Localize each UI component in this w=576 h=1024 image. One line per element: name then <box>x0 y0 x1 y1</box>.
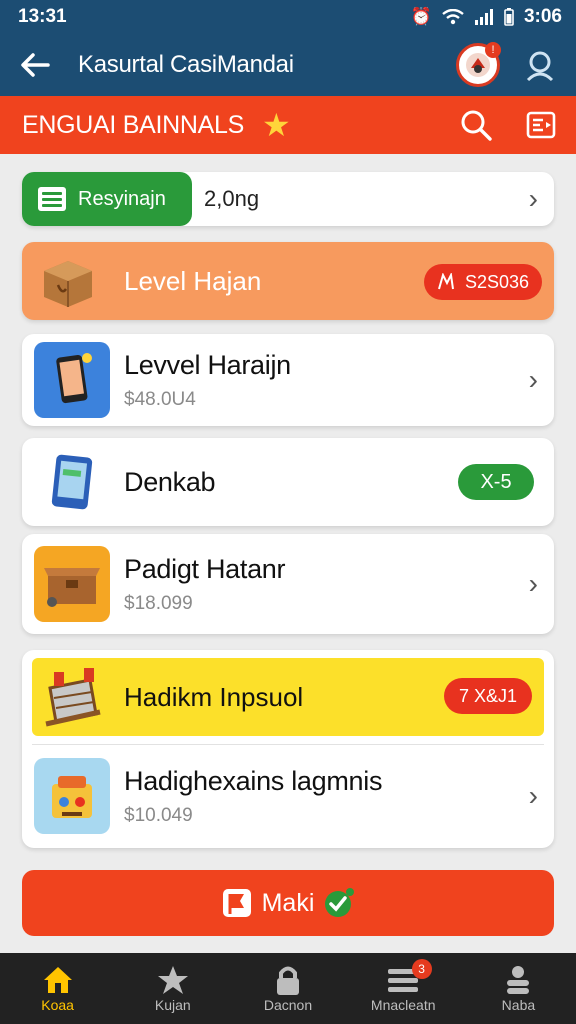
list-item[interactable]: Levvel Haraijn $48.0U4 › <box>22 334 554 426</box>
wifi-icon <box>442 9 464 25</box>
alarm-icon: ⏰ <box>410 7 432 26</box>
app-title: Kasurtal CasiMandai <box>78 51 294 78</box>
bottom-nav: Koaa Kujan Dacnon 3 Mnacleatn Naba <box>0 953 576 1024</box>
chevron-right-icon: › <box>528 780 538 811</box>
battery-icon <box>504 8 514 26</box>
filter-list-icon[interactable] <box>526 111 556 139</box>
signal-icon <box>474 9 493 25</box>
chevron-right-icon: › <box>528 568 538 599</box>
item-badge: X-5 <box>458 464 534 500</box>
divider <box>32 744 544 745</box>
level-card-badge: S2S036 <box>424 264 542 300</box>
search-icon[interactable] <box>460 109 492 141</box>
highlight-name: Hadikm Inpsuol <box>124 681 304 712</box>
person-stack-icon <box>507 966 530 994</box>
make-button[interactable]: Maki <box>22 870 554 936</box>
status-time-right: 3:06 <box>523 6 562 27</box>
check-bubble-icon <box>325 888 355 917</box>
logo-notification-dot: ! <box>485 42 501 58</box>
item-name: Levvel Haraijn <box>124 349 291 380</box>
section-header: ENGUAI BAINNALS ★ <box>0 96 576 154</box>
box-icon <box>44 261 92 307</box>
nav-label: Mnacleatn <box>370 997 436 1013</box>
nav-item-more[interactable]: Naba <box>461 953 576 1024</box>
flag-icon <box>222 889 251 917</box>
section-heading: ENGUAI BAINNALS <box>22 110 244 139</box>
nav-item-messages[interactable]: 3 Mnacleatn <box>346 953 461 1024</box>
make-button-label: Maki <box>261 888 315 917</box>
item-price: $48.0U4 <box>124 388 196 410</box>
nav-label: Koaa <box>41 997 74 1013</box>
list-item[interactable]: Denkab X-5 <box>22 438 554 526</box>
level-card[interactable]: Level Hajan S2S036 <box>22 242 554 320</box>
profile-icon[interactable] <box>522 47 558 83</box>
nav-label: Naba <box>501 997 536 1013</box>
nav-label: Kujan <box>154 997 191 1013</box>
summary-pill-label: Resyinajn <box>78 187 166 210</box>
back-arrow-icon[interactable] <box>18 48 52 82</box>
level-card-badge-text: S2S036 <box>464 271 530 292</box>
grouped-card: Hadikm Inpsuol 7 X&J1 Hadighexains lagmn… <box>22 650 554 848</box>
level-card-label: Level Hajan <box>124 265 262 296</box>
highlight-badge: 7 X&J1 <box>444 678 532 714</box>
toy-machine-icon <box>34 758 110 834</box>
summary-row[interactable]: Resyinajn 2,0ng › <box>22 172 554 226</box>
brand-logo-icon[interactable]: ! <box>456 42 501 87</box>
item-price: $18.099 <box>124 592 193 614</box>
lock-icon <box>277 966 299 995</box>
summary-value: 2,0ng <box>204 186 260 211</box>
chevron-right-icon: › <box>528 183 538 214</box>
summary-pill[interactable]: Resyinajn <box>22 172 192 226</box>
crate-icon <box>34 546 110 622</box>
list-item[interactable]: Padigt Hatanr $18.099 › <box>22 534 554 634</box>
tag-icon <box>438 273 454 290</box>
nav-item-home[interactable]: Koaa <box>0 953 115 1024</box>
star-icon: ★ <box>261 107 291 143</box>
item-name: Denkab <box>124 466 216 497</box>
list-item[interactable]: Hadighexains lagmnis $10.049 › <box>22 750 554 842</box>
nav-label: Dacnon <box>263 997 313 1013</box>
basket-icon <box>45 668 101 727</box>
star-icon <box>157 966 188 994</box>
tablet-icon <box>34 444 110 520</box>
app-bar: Kasurtal CasiMandai ! <box>0 34 576 96</box>
nav-badge: 3 <box>411 959 432 979</box>
item-name: Hadighexains lagmnis <box>124 765 383 796</box>
nav-item-favorites[interactable]: Kujan <box>115 953 230 1024</box>
phone-icon <box>34 342 110 418</box>
status-time-left: 13:31 <box>18 6 67 27</box>
nav-item-lock[interactable]: Dacnon <box>230 953 345 1024</box>
status-bar: 13:31 ⏰ 3:06 <box>0 0 576 34</box>
highlight-row[interactable]: Hadikm Inpsuol 7 X&J1 <box>32 658 544 736</box>
list-icon <box>38 187 66 211</box>
item-price: $10.049 <box>124 804 193 826</box>
chevron-right-icon: › <box>528 364 538 395</box>
home-icon <box>43 967 72 993</box>
item-name: Padigt Hatanr <box>124 553 286 584</box>
